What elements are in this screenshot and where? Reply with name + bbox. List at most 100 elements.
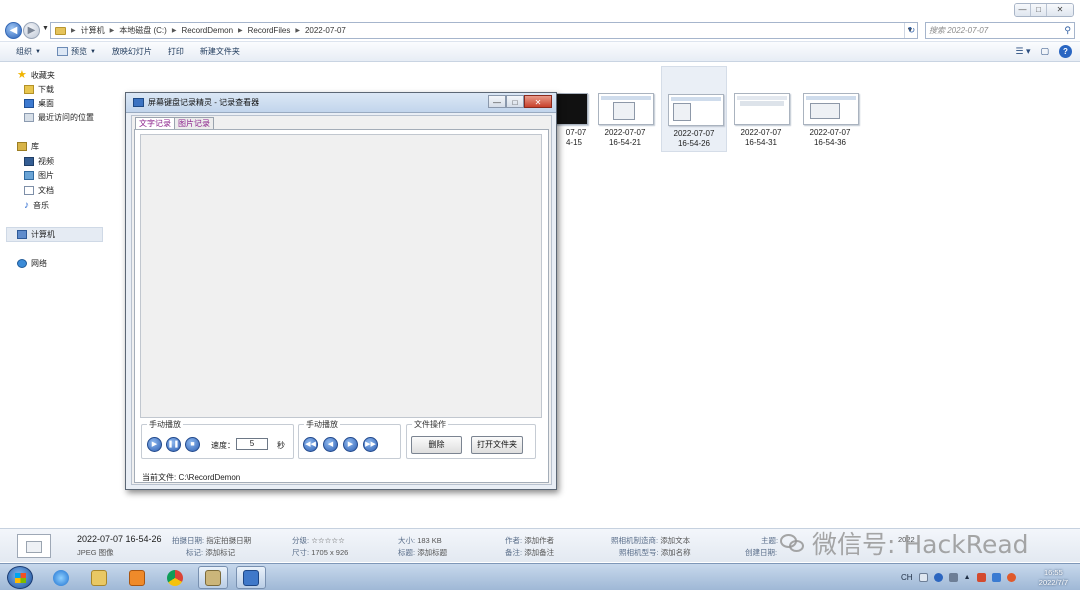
refresh-icon[interactable]: ↻ <box>904 23 918 38</box>
tags-label: 标记: <box>186 548 204 557</box>
app-title: 屏幕键盘记录精灵 - 记录查看器 <box>148 98 260 107</box>
nav-videos[interactable]: 视频 <box>24 155 54 167</box>
file-thumbnail[interactable]: 2022-07-07 16-54-21 <box>592 66 658 152</box>
author-value[interactable]: 添加作者 <box>524 536 554 545</box>
first-record-icon[interactable]: ◀◀ <box>303 437 318 452</box>
organize-label: 组织 <box>16 47 32 56</box>
file-caption: 2022-07-07 16-54-31 <box>740 128 782 147</box>
dimensions-label: 尺寸: <box>292 548 310 557</box>
print-label: 打印 <box>167 47 184 56</box>
monitor-tray-icon[interactable] <box>991 573 1001 582</box>
caret-down-icon: ▼ <box>35 48 41 55</box>
nav-music[interactable]: ♪ 音乐 <box>24 199 49 211</box>
chevron-right-icon[interactable]: ▶ <box>110 27 115 34</box>
nav-libraries[interactable]: 库 <box>17 140 39 152</box>
help-icon[interactable]: ? <box>1059 45 1072 58</box>
app-maximize-button[interactable]: □ <box>506 95 524 108</box>
back-button[interactable]: ◀ <box>5 22 22 39</box>
previous-record-icon[interactable]: ◀ <box>323 437 338 452</box>
tab-text-records[interactable]: 文字记录 <box>135 117 175 129</box>
chevron-right-icon[interactable]: ▶ <box>238 27 243 34</box>
volume-icon[interactable] <box>1006 573 1016 582</box>
taskbar-ie[interactable] <box>46 566 76 589</box>
stop-icon[interactable]: ■ <box>185 437 200 452</box>
file-thumbnail[interactable]: 2022-07-07 16-54-31 <box>728 66 794 152</box>
nav-downloads[interactable]: 下载 <box>24 83 54 95</box>
view-controls: ☰ ▾ ▢ ? <box>1015 45 1072 58</box>
preview-menu[interactable]: 预览 ▼ <box>49 46 104 57</box>
nav-documents[interactable]: 文档 <box>24 184 54 196</box>
taskbar-explorer[interactable] <box>84 566 114 589</box>
record-text-area[interactable] <box>140 134 542 418</box>
clock[interactable]: 16:55 2022/7/7 <box>1039 568 1068 588</box>
camera-maker-value[interactable]: 添加文本 <box>660 536 690 545</box>
address-bar[interactable]: ▶ 计算机 ▶ 本地磁盘 (C:) ▶ RecordDemon ▶ Record… <box>50 22 918 39</box>
nav-favorites[interactable]: ★ 收藏夹 <box>17 69 55 81</box>
author-label: 作者: <box>505 536 523 545</box>
app-titlebar[interactable]: 屏幕键盘记录精灵 - 记录查看器 — □ ✕ <box>126 93 556 113</box>
delete-button[interactable]: 删除 <box>411 436 462 454</box>
app-close-button[interactable]: ✕ <box>524 95 552 108</box>
app-minimize-button[interactable]: — <box>488 95 506 108</box>
new-folder-button[interactable]: 新建文件夹 <box>192 46 248 57</box>
maximize-button[interactable]: □ <box>1031 4 1047 16</box>
forward-button[interactable]: ▶ <box>23 22 40 39</box>
next-record-icon[interactable]: ▶ <box>343 437 358 452</box>
nav-computer[interactable]: 计算机 <box>6 227 103 242</box>
breadcrumb-computer[interactable]: 计算机 <box>81 25 105 36</box>
file-thumbnail-selected[interactable]: 2022-07-07 16-54-26 <box>661 66 727 152</box>
camera-model-value[interactable]: 添加名称 <box>661 548 691 557</box>
file-thumbnail[interactable]: 2022-07-07 16-54-36 <box>797 66 863 152</box>
minimize-button[interactable]: — <box>1015 4 1031 16</box>
help-icon[interactable] <box>933 573 943 582</box>
taskbar-app[interactable] <box>198 566 228 589</box>
taskbar-chrome[interactable] <box>160 566 190 589</box>
rating-stars[interactable]: ☆☆☆☆☆ <box>311 536 345 545</box>
view-options-icon[interactable]: ☰ ▾ <box>1015 46 1030 57</box>
show-hidden-icons-icon[interactable]: ▲ <box>964 574 971 581</box>
nav-pictures[interactable]: 图片 <box>24 169 54 181</box>
selected-file-thumbnail <box>17 534 51 558</box>
taskbar-recorder[interactable] <box>236 566 266 589</box>
speed-input[interactable]: 5 <box>236 438 268 450</box>
subject-label: 主题: <box>761 536 779 545</box>
taskbar-media-player[interactable] <box>122 566 152 589</box>
size-label: 大小: <box>398 536 416 545</box>
last-record-icon[interactable]: ▶▶ <box>363 437 378 452</box>
print-button[interactable]: 打印 <box>160 46 192 57</box>
date-taken-value[interactable]: 指定拍摄日期 <box>206 536 251 545</box>
pause-icon[interactable]: ❚❚ <box>166 437 181 452</box>
tab-image-records[interactable]: 图片记录 <box>174 117 214 129</box>
comment-value[interactable]: 添加备注 <box>524 548 554 557</box>
speed-label: 速度： <box>211 441 235 450</box>
nav-network[interactable]: 网络 <box>17 257 47 269</box>
chevron-right-icon[interactable]: ▶ <box>71 27 76 34</box>
caret-down-icon: ▼ <box>89 48 96 55</box>
open-folder-button[interactable]: 打开文件夹 <box>471 436 523 454</box>
breadcrumb-recordfiles[interactable]: RecordFiles <box>248 26 291 35</box>
search-icon[interactable]: ⚲ <box>1064 23 1071 38</box>
breadcrumb-drive-c[interactable]: 本地磁盘 (C:) <box>119 25 167 36</box>
breadcrumb-date-folder[interactable]: 2022-07-07 <box>305 26 346 35</box>
breadcrumb-recorddemon[interactable]: RecordDemon <box>181 26 233 35</box>
network-status-icon[interactable] <box>948 573 958 582</box>
keyboard-icon[interactable] <box>918 573 928 582</box>
play-icon[interactable]: ▶ <box>147 437 162 452</box>
title-value[interactable]: 添加标题 <box>417 548 447 557</box>
search-input[interactable]: 搜索 2022-07-07 ⚲ <box>925 22 1075 39</box>
organize-menu[interactable]: 组织 ▼ <box>8 46 49 57</box>
new-folder-label: 新建文件夹 <box>199 47 240 56</box>
start-button[interactable] <box>7 566 33 589</box>
tags-value[interactable]: 添加标记 <box>205 548 235 557</box>
nav-desktop[interactable]: 桌面 <box>24 97 54 109</box>
close-button[interactable]: ✕ <box>1047 4 1073 16</box>
recent-pages-dropdown-icon[interactable]: ▼ <box>42 25 49 32</box>
preview-pane-icon[interactable]: ▢ <box>1040 46 1049 57</box>
date-taken-label: 拍摄日期: <box>172 536 205 545</box>
chevron-right-icon[interactable]: ▶ <box>172 27 177 34</box>
chevron-right-icon[interactable]: ▶ <box>295 27 300 34</box>
slideshow-button[interactable]: 放映幻灯片 <box>104 46 160 57</box>
input-language[interactable]: CH <box>901 573 913 582</box>
nav-recent[interactable]: 最近访问的位置 <box>24 111 94 123</box>
flag-icon[interactable] <box>976 573 986 582</box>
